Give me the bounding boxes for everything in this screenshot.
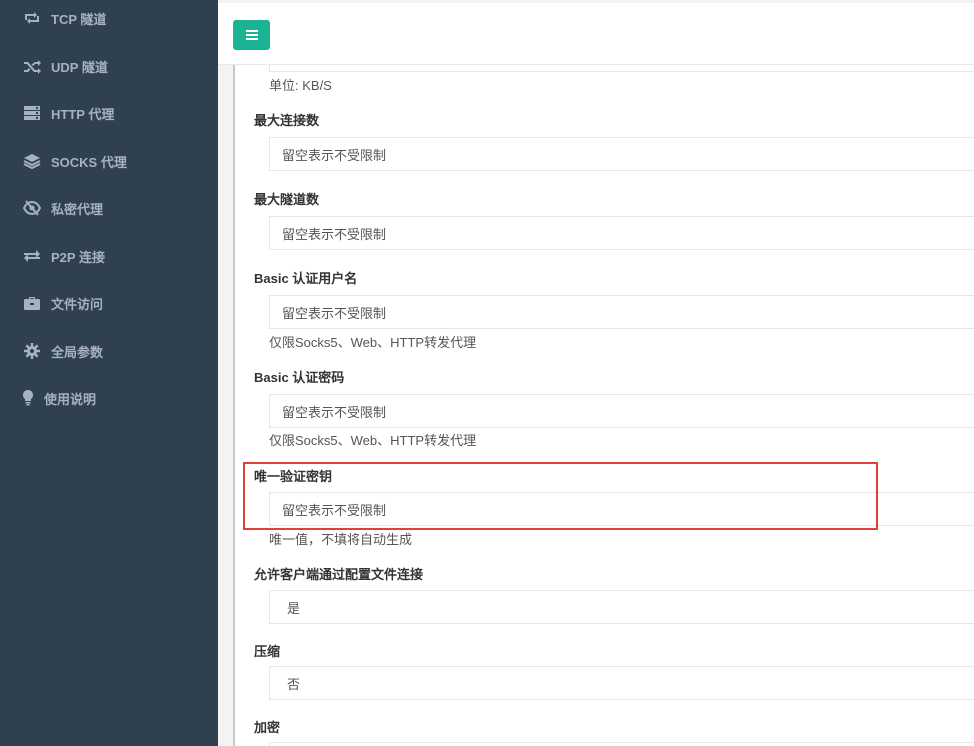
lightbulb-icon: [18, 389, 38, 407]
briefcase-icon: [22, 294, 42, 312]
compress-select[interactable]: 否: [269, 666, 974, 700]
sidebar-item-usage-guide[interactable]: 使用说明: [0, 376, 218, 420]
allow-config-label: 允许客户端通过配置文件连接: [254, 567, 424, 582]
sidebar-item-label: 全局参数: [51, 344, 104, 360]
rate-limit-field-edge[interactable]: [269, 65, 974, 72]
basic-user-placeholder: 留空表示不受限制: [282, 305, 387, 321]
sidebar-item-udp-tunnel[interactable]: UDP 隧道: [0, 44, 218, 88]
sidebar-item-label: TCP 隧道: [51, 11, 107, 27]
menu-toggle-button[interactable]: [233, 20, 270, 50]
compress-value: 否: [287, 676, 301, 692]
basic-pass-placeholder: 留空表示不受限制: [282, 404, 387, 420]
max-tunnel-label: 最大隧道数: [254, 192, 320, 207]
rate-unit-help: 单位: KB/S: [269, 78, 332, 93]
max-tunnel-input[interactable]: 留空表示不受限制: [269, 216, 974, 250]
basic-user-help: 仅限Socks5、Web、HTTP转发代理: [269, 335, 477, 350]
gear-icon: [22, 342, 42, 360]
unique-key-input[interactable]: 留空表示不受限制: [269, 492, 974, 526]
sidebar-item-label: P2P 连接: [51, 249, 105, 265]
basic-pass-label: Basic 认证密码: [254, 370, 345, 385]
max-conn-input[interactable]: 留空表示不受限制: [269, 137, 974, 171]
sidebar-item-label: 文件访问: [51, 296, 104, 312]
encrypt-label: 加密: [254, 720, 281, 735]
basic-pass-help: 仅限Socks5、Web、HTTP转发代理: [269, 433, 477, 448]
server-icon: [22, 104, 42, 122]
sidebar-item-http-proxy[interactable]: HTTP 代理: [0, 91, 218, 135]
exchange-icon: [22, 247, 42, 265]
sidebar-item-file-access[interactable]: 文件访问: [0, 281, 218, 325]
layers-icon: [22, 152, 42, 170]
max-conn-label: 最大连接数: [254, 113, 320, 128]
allow-config-select[interactable]: 是: [269, 590, 974, 624]
sidebar-item-label: HTTP 代理: [51, 106, 115, 122]
encrypt-select[interactable]: [269, 742, 974, 746]
top-navbar-edge: [218, 0, 974, 3]
sidebar-item-private-proxy[interactable]: 私密代理: [0, 186, 218, 230]
retweet-icon: [22, 9, 42, 27]
app-window: TCP 隧道 UDP 隧道 HTTP 代理 SOCKS 代理 私密代理 P2P …: [0, 0, 974, 746]
allow-config-value: 是: [287, 600, 301, 616]
sidebar-item-p2p[interactable]: P2P 连接: [0, 234, 218, 278]
sidebar-item-label: 使用说明: [44, 391, 97, 407]
unique-key-placeholder: 留空表示不受限制: [282, 502, 387, 518]
hamburger-icon: [245, 30, 258, 40]
sidebar-item-socks-proxy[interactable]: SOCKS 代理: [0, 139, 218, 183]
basic-pass-input[interactable]: 留空表示不受限制: [269, 394, 974, 428]
random-icon: [22, 57, 42, 75]
sidebar-item-global-params[interactable]: 全局参数: [0, 329, 218, 373]
max-tunnel-placeholder: 留空表示不受限制: [282, 226, 387, 242]
basic-user-label: Basic 认证用户名: [254, 271, 358, 286]
sidebar-item-tcp-tunnel[interactable]: TCP 隧道: [0, 0, 218, 40]
max-conn-placeholder: 留空表示不受限制: [282, 147, 387, 163]
sidebar-item-label: SOCKS 代理: [51, 154, 127, 170]
unique-key-help: 唯一值，不填将自动生成: [269, 532, 413, 547]
compress-label: 压缩: [254, 644, 281, 659]
sidebar: TCP 隧道 UDP 隧道 HTTP 代理 SOCKS 代理 私密代理 P2P …: [0, 0, 218, 746]
unique-key-label: 唯一验证密钥: [254, 469, 333, 484]
basic-user-input[interactable]: 留空表示不受限制: [269, 295, 974, 329]
content-gutter: [218, 0, 233, 746]
eye-slash-icon: [22, 199, 42, 217]
sidebar-item-label: 私密代理: [51, 201, 104, 217]
top-navbar: [218, 0, 974, 65]
sidebar-item-label: UDP 隧道: [51, 59, 108, 75]
